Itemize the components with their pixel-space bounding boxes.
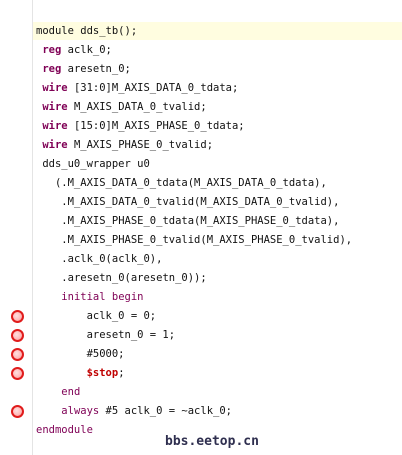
code-line[interactable]: wire [31:0]M_AXIS_DATA_0_tdata; (36, 79, 402, 98)
code-token: [15:0]M_AXIS_PHASE_0_tdata; (67, 120, 245, 132)
code-token: aresetn_0; (61, 63, 131, 75)
code-line[interactable]: .M_AXIS_PHASE_0_tvalid(M_AXIS_PHASE_0_tv… (36, 231, 402, 250)
code-line[interactable]: #5000; (36, 345, 402, 364)
keyword-token: endmodule (36, 424, 93, 436)
code-line[interactable]: end (36, 383, 402, 402)
code-line[interactable]: $stop; (36, 364, 402, 383)
code-line[interactable]: (.M_AXIS_DATA_0_tdata(M_AXIS_DATA_0_tdat… (36, 174, 402, 193)
code-line[interactable]: .M_AXIS_DATA_0_tvalid(M_AXIS_DATA_0_tval… (36, 193, 402, 212)
code-line[interactable]: aresetn_0 = 1; (36, 326, 402, 345)
keyword-token: wire (42, 101, 68, 113)
code-line[interactable]: reg aclk_0; (36, 41, 402, 60)
keyword-token: wire (42, 139, 68, 151)
code-token: .aresetn_0(aresetn_0)); (61, 272, 207, 284)
code-token: aresetn_0 = 1; (86, 329, 176, 341)
code-token: module dds_tb(); (36, 25, 138, 37)
breakpoint-icon[interactable] (11, 348, 24, 361)
code-token: (.M_AXIS_DATA_0_tdata(M_AXIS_DATA_0_tdat… (54, 177, 327, 189)
code-token: dds_u0_wrapper u0 (42, 158, 150, 170)
code-token: #5 aclk_0 = ~aclk_0; (99, 405, 232, 417)
code-line[interactable]: wire M_AXIS_DATA_0_tvalid; (36, 98, 402, 117)
code-line[interactable]: initial begin (36, 288, 402, 307)
keyword-token: reg (42, 63, 62, 75)
keyword-token: reg (42, 44, 62, 56)
code-line[interactable]: wire [15:0]M_AXIS_PHASE_0_tdata; (36, 117, 402, 136)
code-token: [31:0]M_AXIS_DATA_0_tdata; (67, 82, 239, 94)
code-token: M_AXIS_DATA_0_tvalid; (67, 101, 207, 113)
keyword-token: end (61, 386, 81, 398)
breakpoint-icon[interactable] (11, 310, 24, 323)
code-line[interactable]: dds_u0_wrapper u0 (36, 155, 402, 174)
breakpoint-icon[interactable] (11, 367, 24, 380)
keyword-token: initial begin (61, 291, 144, 303)
code-token: M_AXIS_PHASE_0_tvalid; (67, 139, 214, 151)
code-editor[interactable]: module dds_tb(); reg aclk_0; reg aresetn… (36, 22, 402, 440)
code-line[interactable]: aclk_0 = 0; (36, 307, 402, 326)
gutter-divider (32, 0, 33, 455)
code-token: .M_AXIS_PHASE_0_tvalid(M_AXIS_PHASE_0_tv… (61, 234, 353, 246)
code-line[interactable]: wire M_AXIS_PHASE_0_tvalid; (36, 136, 402, 155)
breakpoint-icon[interactable] (11, 405, 24, 418)
code-line[interactable]: .aclk_0(aclk_0), (36, 250, 402, 269)
system-task-token: $stop (86, 367, 119, 379)
code-token: ; (118, 367, 125, 379)
code-token: .aclk_0(aclk_0), (61, 253, 163, 265)
editor-gutter[interactable] (0, 0, 32, 455)
keyword-token: wire (42, 82, 68, 94)
code-line[interactable]: .M_AXIS_PHASE_0_tdata(M_AXIS_PHASE_0_tda… (36, 212, 402, 231)
code-line[interactable]: reg aresetn_0; (36, 60, 402, 79)
keyword-token: wire (42, 120, 68, 132)
code-token: .M_AXIS_PHASE_0_tdata(M_AXIS_PHASE_0_tda… (61, 215, 340, 227)
code-token: aclk_0; (61, 44, 112, 56)
keyword-token: always (61, 405, 100, 417)
code-token: .M_AXIS_DATA_0_tvalid(M_AXIS_DATA_0_tval… (61, 196, 340, 208)
code-line[interactable]: module dds_tb(); (36, 22, 402, 41)
watermark-text: bbs.eetop.cn (165, 434, 259, 449)
code-line[interactable]: .aresetn_0(aresetn_0)); (36, 269, 402, 288)
code-line[interactable]: always #5 aclk_0 = ~aclk_0; (36, 402, 402, 421)
code-token: aclk_0 = 0; (86, 310, 157, 322)
code-token: #5000; (86, 348, 125, 360)
breakpoint-icon[interactable] (11, 329, 24, 342)
